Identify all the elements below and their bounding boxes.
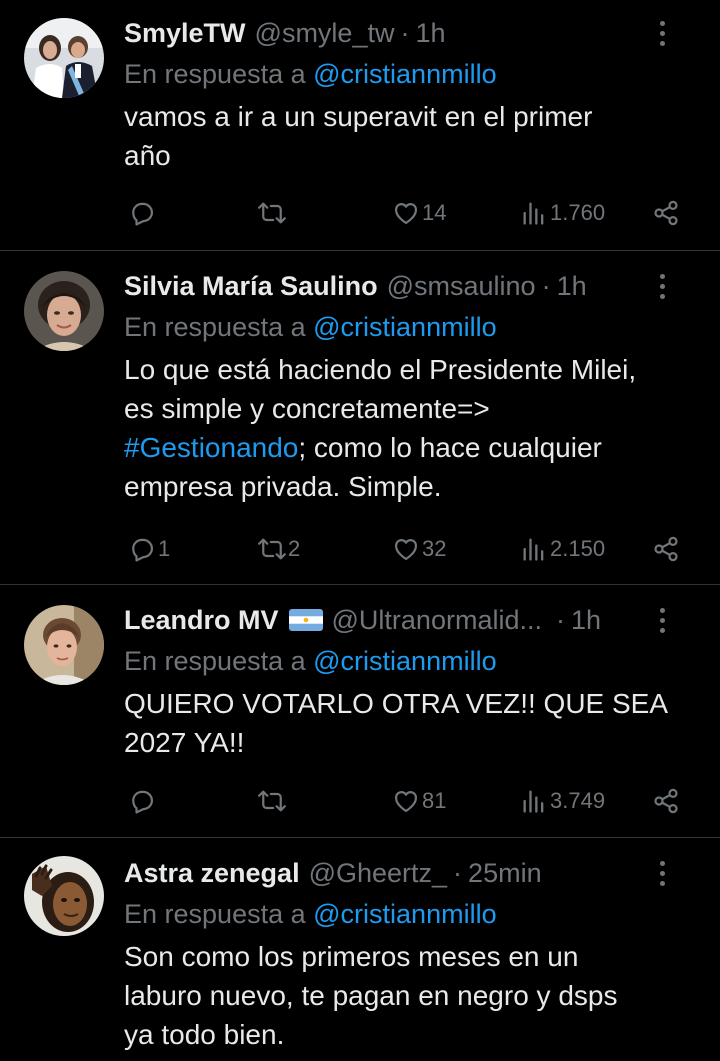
timestamp[interactable]: 25min	[468, 856, 542, 890]
timestamp[interactable]: 1h	[415, 16, 445, 50]
reply-feed: SmyleTW @smyle_tw · 1h En respuesta a @c…	[0, 0, 720, 1061]
reply-context: En respuesta a @cristiannmillo	[124, 897, 700, 931]
reply-icon	[132, 790, 154, 814]
avatar[interactable]	[24, 271, 104, 351]
reply-prefix: En respuesta a	[124, 646, 306, 676]
views-count: 1.760	[550, 200, 606, 225]
tweet-text: Son como los primeros meses en un laburo…	[124, 937, 700, 1054]
separator-dot: ·	[541, 271, 551, 301]
avatar[interactable]	[24, 605, 104, 685]
share-button[interactable]	[652, 196, 680, 230]
heart-icon	[394, 791, 418, 813]
timestamp[interactable]: 1h	[571, 603, 601, 637]
tweet[interactable]: Silvia María Saulino @smsaulino · 1h En …	[0, 251, 720, 585]
tweet-text: QUIERO VOTARLO OTRA VEZ!! QUE SEA 2027 Y…	[124, 684, 700, 762]
author-handle[interactable]: @Gheertz_	[309, 856, 447, 890]
separator-dot: ·	[400, 18, 410, 48]
views-count: 3.749	[550, 788, 606, 813]
tweet-text-content: QUIERO VOTARLO OTRA VEZ!! QUE SEA 2027 Y…	[124, 688, 669, 758]
reply-prefix: En respuesta a	[124, 59, 306, 89]
reply-prefix: En respuesta a	[124, 899, 306, 929]
like-button[interactable]: 32	[392, 532, 446, 566]
reply-button[interactable]	[128, 784, 158, 818]
views-icon	[523, 538, 544, 561]
reply-mention[interactable]: @cristiannmillo	[313, 899, 496, 929]
retweet-count: 2	[288, 536, 301, 561]
avatar[interactable]	[24, 856, 104, 936]
tweet[interactable]: Leandro MV @Ultranormalid... · 1h En res…	[0, 585, 720, 838]
reply-context: En respuesta a @cristiannmillo	[124, 644, 700, 678]
author-name[interactable]: SmyleTW	[124, 16, 246, 50]
author-name[interactable]: Astra zenegal	[124, 856, 300, 890]
more-options-icon[interactable]	[652, 856, 672, 890]
author-name[interactable]: Leandro MV	[124, 603, 279, 637]
like-count: 32	[422, 536, 447, 561]
reply-icon	[132, 202, 154, 226]
timestamp[interactable]: 1h	[557, 269, 587, 303]
tweet-actions: 81 3.749	[124, 784, 700, 818]
separator-dot: ·	[453, 858, 463, 888]
views-button[interactable]: 3.749	[520, 784, 605, 818]
share-icon	[654, 788, 678, 814]
hashtag-link[interactable]: #Gestionando	[124, 432, 298, 463]
heart-icon	[394, 203, 418, 225]
reply-icon	[132, 538, 154, 562]
separator-dot: ·	[555, 605, 565, 635]
share-icon	[654, 200, 678, 226]
share-icon	[654, 536, 678, 562]
reply-prefix: En respuesta a	[124, 312, 306, 342]
tweet-actions: 14 1.760	[124, 196, 700, 230]
tweet[interactable]: SmyleTW @smyle_tw · 1h En respuesta a @c…	[0, 0, 720, 251]
author-handle[interactable]: @Ultranormalid...	[332, 603, 542, 637]
avatar[interactable]	[24, 18, 104, 98]
views-button[interactable]: 1.760	[520, 196, 605, 230]
like-button[interactable]: 81	[392, 784, 446, 818]
author-handle[interactable]: @smsaulino	[387, 269, 536, 303]
reply-count: 1	[158, 536, 171, 561]
tweet-text-content: Son como los primeros meses en un laburo…	[124, 941, 618, 1050]
like-count: 81	[422, 788, 447, 813]
retweet-button[interactable]: 2	[258, 532, 300, 566]
retweet-button[interactable]	[258, 784, 288, 818]
more-options-icon[interactable]	[652, 269, 672, 303]
share-button[interactable]	[652, 532, 680, 566]
more-options-icon[interactable]	[652, 603, 672, 637]
share-button[interactable]	[652, 784, 680, 818]
views-count: 2.150	[550, 536, 606, 561]
views-button[interactable]: 2.150	[520, 532, 605, 566]
tweet[interactable]: Astra zenegal @Gheertz_ · 25min En respu…	[0, 838, 720, 1061]
reply-button[interactable]: 1	[128, 532, 170, 566]
author-name[interactable]: Silvia María Saulino	[124, 269, 378, 303]
like-button[interactable]: 14	[392, 196, 446, 230]
more-options-icon[interactable]	[652, 16, 672, 50]
tweet-text-content: Lo que está haciendo el Presidente Milei…	[124, 354, 637, 424]
tweet-actions: 1 2 32 2.150	[124, 532, 700, 566]
tweet-text: vamos a ir a un superavit en el primer a…	[124, 97, 700, 175]
retweet-button[interactable]	[258, 196, 288, 230]
heart-icon	[394, 539, 418, 561]
author-handle[interactable]: @smyle_tw	[255, 16, 395, 50]
retweet-icon	[258, 202, 286, 224]
argentina-flag-icon	[288, 609, 323, 631]
retweet-icon	[258, 790, 286, 812]
reply-mention[interactable]: @cristiannmillo	[313, 312, 496, 342]
reply-mention[interactable]: @cristiannmillo	[313, 646, 496, 676]
tweet-text-content: vamos a ir a un superavit en el primer a…	[124, 101, 593, 171]
reply-context: En respuesta a @cristiannmillo	[124, 57, 700, 91]
reply-button[interactable]	[128, 196, 158, 230]
tweet-text: Lo que está haciendo el Presidente Milei…	[124, 350, 700, 506]
like-count: 14	[422, 200, 447, 225]
reply-context: En respuesta a @cristiannmillo	[124, 310, 700, 344]
views-icon	[523, 790, 544, 813]
views-icon	[523, 202, 544, 225]
reply-mention[interactable]: @cristiannmillo	[313, 59, 496, 89]
retweet-icon	[258, 538, 286, 560]
